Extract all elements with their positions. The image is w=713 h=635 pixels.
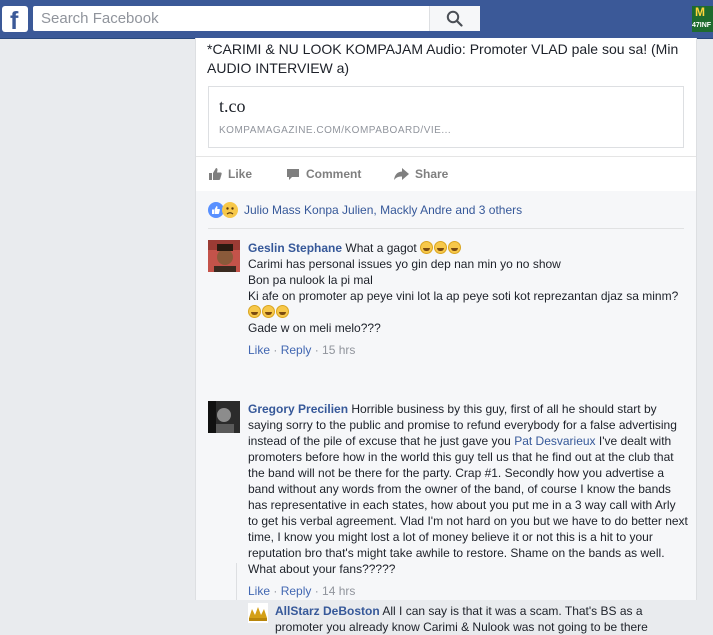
share-label: Share <box>415 167 449 181</box>
comment-reply-link[interactable]: Reply <box>281 584 312 598</box>
reply-content: AllStarz DeBoston All I can say is that … <box>275 603 675 635</box>
corner-app-badge[interactable]: M 47INF <box>692 6 713 32</box>
reactions-summary[interactable]: Julio Mass Konpa Julien, Mackly Andre an… <box>208 202 522 218</box>
comment-content: Gregory Precilien Horrible business by t… <box>248 401 688 599</box>
facebook-logo-glyph: f <box>10 7 19 35</box>
corner-badge-line2: 47INF <box>692 22 712 29</box>
mention-link[interactable]: Pat Desvarieux <box>514 434 595 448</box>
search-button[interactable] <box>429 6 480 31</box>
comment-author[interactable]: Gregory Precilien <box>248 402 348 416</box>
comment-icon <box>287 168 299 180</box>
avatar[interactable] <box>208 240 240 272</box>
laughing-emoji-icon <box>262 305 275 318</box>
avatar[interactable] <box>208 401 240 433</box>
link-preview-domain: KOMPAMAGAZINE.COM/KOMPABOARD/VIE... <box>219 125 452 136</box>
thumbs-up-icon <box>209 168 222 180</box>
comment-meta: Like · Reply · 14 hrs <box>248 584 356 598</box>
comment-text: Carimi has personal issues yo gin dep na… <box>248 257 561 271</box>
like-button[interactable]: Like <box>208 167 252 181</box>
comment-text: What a gagot <box>345 241 417 255</box>
comments-section: Julio Mass Konpa Julien, Mackly Andre an… <box>196 191 696 634</box>
comment-reply-link[interactable]: Reply <box>281 343 312 357</box>
comment-text: Bon pa nulook la pi mal <box>248 273 373 287</box>
comment-button[interactable]: Comment <box>286 167 361 181</box>
comment-text: Ki afe on promoter ap peye vini lot la a… <box>248 289 679 303</box>
search-box <box>33 6 480 31</box>
laughing-emoji-icon <box>248 305 261 318</box>
link-preview-title[interactable]: t.co <box>219 96 246 117</box>
laughing-emoji-icon <box>434 241 448 254</box>
search-icon <box>446 10 463 27</box>
search-input[interactable] <box>33 6 436 31</box>
top-navigation-bar: f M 47INF <box>0 0 713 39</box>
avatar[interactable] <box>248 603 268 623</box>
share-arrow-icon <box>394 167 409 180</box>
laughing-emoji-icon <box>448 241 462 254</box>
share-button[interactable]: Share <box>394 167 448 181</box>
comment-timestamp[interactable]: 14 hrs <box>322 584 355 598</box>
sad-reaction-icon <box>222 202 238 218</box>
comment-like-link[interactable]: Like <box>248 343 270 357</box>
comment-meta: Like · Reply · 15 hrs <box>248 343 356 357</box>
laughing-emoji-icon <box>276 305 289 318</box>
divider <box>208 228 684 229</box>
like-label: Like <box>228 167 253 181</box>
reactions-text[interactable]: Julio Mass Konpa Julien, Mackly Andre an… <box>244 203 522 217</box>
comment-content: Geslin Stephane What a gagot <box>248 240 688 256</box>
laughing-emoji-icon <box>420 241 434 254</box>
comment-like-link[interactable]: Like <box>248 584 270 598</box>
post-text: *CARIMI & NU LOOK KOMPAJAM Audio: Promot… <box>207 41 679 76</box>
comment-line-with-emoji: Ki afe on promoter ap peye vini lot la a… <box>248 288 688 320</box>
comment-label: Comment <box>306 167 362 181</box>
comment-text: Gade w on meli melo??? <box>248 321 381 335</box>
corner-badge-line1: M <box>695 6 705 19</box>
comment-author[interactable]: Geslin Stephane <box>248 241 342 255</box>
comment-text: I've dealt with promoters before how in … <box>248 434 688 576</box>
comment-author[interactable]: AllStarz DeBoston <box>275 604 380 618</box>
link-preview[interactable]: t.co KOMPAMAGAZINE.COM/KOMPABOARD/VIE... <box>208 86 684 148</box>
comment-timestamp[interactable]: 15 hrs <box>322 343 355 357</box>
post-card: *CARIMI & NU LOOK KOMPAJAM Audio: Promot… <box>195 38 697 634</box>
reply-thread-line <box>236 563 237 600</box>
facebook-logo[interactable]: f <box>2 6 28 35</box>
post-actions-bar: Like Comment Share <box>196 156 696 192</box>
